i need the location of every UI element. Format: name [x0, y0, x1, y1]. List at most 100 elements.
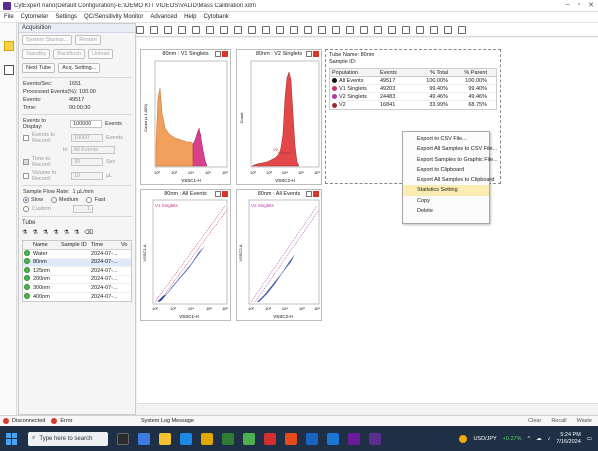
rectangle-gate-icon[interactable]: [206, 25, 214, 34]
table-row[interactable]: 125nm 2024-07-...: [23, 266, 131, 276]
acq-setting-button[interactable]: Acq. Setting...: [58, 63, 101, 73]
column-header[interactable]: Sample ID: [61, 242, 91, 248]
grid-icon[interactable]: [430, 25, 438, 34]
polygon-gate-icon[interactable]: [192, 25, 200, 34]
statistics-icon[interactable]: [332, 25, 340, 34]
network-icon[interactable]: ☁: [536, 436, 542, 442]
menu-item-export-clipboard[interactable]: Export to Clipboard: [403, 165, 489, 175]
time-to-record-checkbox[interactable]: [23, 159, 29, 165]
events-to-record-checkbox[interactable]: [23, 135, 29, 141]
taskbar-app-icon[interactable]: [117, 432, 129, 445]
table-row[interactable]: 200nm 2024-07-...: [23, 275, 131, 284]
taskbar-app-icon[interactable]: [285, 432, 297, 445]
pointer-icon[interactable]: [178, 25, 186, 34]
minimize-icon[interactable]: [306, 191, 312, 197]
dotplot-v1-all-events[interactable]: 80nm : All Events V1 Singlets VSSC1-H VS…: [140, 189, 231, 321]
add-tube-icon[interactable]: ⚗: [22, 229, 27, 236]
taskbar-app-icon[interactable]: [201, 432, 213, 445]
menu-cytobank[interactable]: Cytobank: [203, 14, 228, 20]
column-header[interactable]: Time: [91, 242, 121, 248]
clear-button[interactable]: Clear: [528, 418, 541, 424]
taskbar-clock[interactable]: 5:24 PM 7/16/2024: [556, 432, 580, 446]
dotplot-v2-all-events[interactable]: 80nm : All Events V2 Singlets VSSC2-H VS…: [236, 189, 322, 321]
delete-tube-icon[interactable]: ⌫: [84, 229, 92, 236]
flow-custom-radio[interactable]: [23, 206, 29, 212]
standby-button[interactable]: Standby: [22, 49, 51, 59]
menu-file[interactable]: File: [4, 14, 14, 20]
table-row[interactable]: 80nm 2024-07-...: [23, 258, 131, 267]
menu-item-export-all-clipboard[interactable]: Export All Samples to Clipboard: [403, 175, 494, 185]
taskbar-app-icon[interactable]: [327, 432, 339, 445]
flow-fast-radio[interactable]: [86, 197, 93, 203]
backflush-button[interactable]: Backflush: [53, 49, 86, 59]
minimize-icon[interactable]: [215, 191, 221, 197]
restart-button[interactable]: Restart: [75, 35, 101, 45]
windows-start-icon[interactable]: [6, 432, 18, 445]
zoom-in-icon[interactable]: [276, 25, 284, 34]
menu-item-export-csv[interactable]: Export to CSV File...: [403, 134, 489, 144]
events-to-display-input[interactable]: 100000: [70, 120, 102, 128]
volume-to-record-checkbox[interactable]: [23, 173, 29, 179]
align-bottom-icon[interactable]: [416, 25, 424, 34]
menu-settings[interactable]: Settings: [55, 14, 77, 20]
layout-icon[interactable]: [444, 25, 452, 34]
menu-item-delete[interactable]: Delete: [403, 206, 489, 216]
analysis-icon[interactable]: [4, 65, 14, 75]
tube-settings-icon[interactable]: ⚗: [74, 229, 79, 236]
taskbar-app-icon[interactable]: [306, 432, 318, 445]
flow-custom-input[interactable]: 1: [73, 205, 93, 213]
taskbar-search[interactable]: ⌕ Type here to search: [28, 431, 108, 446]
flow-medium-radio[interactable]: [50, 197, 57, 203]
system-startup-button[interactable]: System Startup...: [22, 35, 73, 45]
table-row[interactable]: Water 2024-07-...: [23, 249, 131, 259]
notification-icon[interactable]: ▭: [587, 436, 592, 442]
minimize-icon[interactable]: –: [566, 1, 570, 9]
color-icon[interactable]: [360, 25, 368, 34]
menu-item-copy[interactable]: Copy: [403, 196, 489, 206]
volume-to-record-input[interactable]: 10: [71, 172, 103, 180]
text-icon[interactable]: [262, 25, 270, 34]
zoom-out-icon[interactable]: [290, 25, 298, 34]
workspace-horizontal-scrollbar[interactable]: [137, 403, 598, 414]
maximize-icon[interactable]: ▫: [578, 1, 580, 9]
taskbar-app-icon[interactable]: [264, 432, 276, 445]
histogram-v1-singlets[interactable]: 80nm : V1 Singlets Count (x 1,000) VSSC1…: [140, 49, 231, 185]
copy-icon[interactable]: [318, 25, 326, 34]
volume-icon[interactable]: ♪: [548, 436, 551, 442]
recall-button[interactable]: Recall: [551, 418, 566, 424]
align-top-icon[interactable]: [402, 25, 410, 34]
next-tube-button[interactable]: Next Tube: [22, 63, 56, 73]
align-right-icon[interactable]: [388, 25, 396, 34]
menu-help[interactable]: Help: [184, 14, 196, 20]
flow-slow-radio[interactable]: [23, 197, 29, 203]
menu-advanced[interactable]: Advanced: [150, 14, 177, 20]
menu-cytometer[interactable]: Cytometer: [21, 14, 49, 20]
dot-plot-icon[interactable]: [136, 25, 144, 34]
waste-button[interactable]: Waste: [577, 418, 592, 424]
overlay-icon[interactable]: [346, 25, 354, 34]
close-icon[interactable]: [222, 51, 228, 57]
histogram-icon[interactable]: [150, 25, 158, 34]
pan-icon[interactable]: [304, 25, 312, 34]
folder-icon[interactable]: [159, 432, 171, 445]
align-left-icon[interactable]: [374, 25, 382, 34]
time-to-record-input[interactable]: 30: [71, 158, 103, 166]
taskbar-app-icon[interactable]: [243, 432, 255, 445]
close-icon[interactable]: ✕: [588, 1, 594, 9]
column-header[interactable]: Vo: [121, 242, 129, 248]
density-plot-icon[interactable]: [164, 25, 172, 34]
ellipse-gate-icon[interactable]: [220, 25, 228, 34]
taskbar-app-icon[interactable]: [222, 432, 234, 445]
acquisition-icon[interactable]: [4, 41, 14, 51]
chevron-up-icon[interactable]: ^: [527, 436, 530, 442]
in-select[interactable]: All Events: [70, 146, 115, 154]
table-row[interactable]: 400nm 2024-07-...: [23, 292, 131, 302]
taskbar-app-icon[interactable]: [348, 432, 360, 445]
close-icon[interactable]: [313, 51, 319, 57]
minimize-icon[interactable]: [215, 51, 221, 57]
table-row[interactable]: 300nm 2024-07-...: [23, 283, 131, 293]
events-to-record-input[interactable]: 10000: [71, 134, 103, 142]
quadrant-gate-icon[interactable]: [248, 25, 256, 34]
column-header[interactable]: Name: [31, 242, 61, 248]
print-icon[interactable]: [458, 25, 466, 34]
